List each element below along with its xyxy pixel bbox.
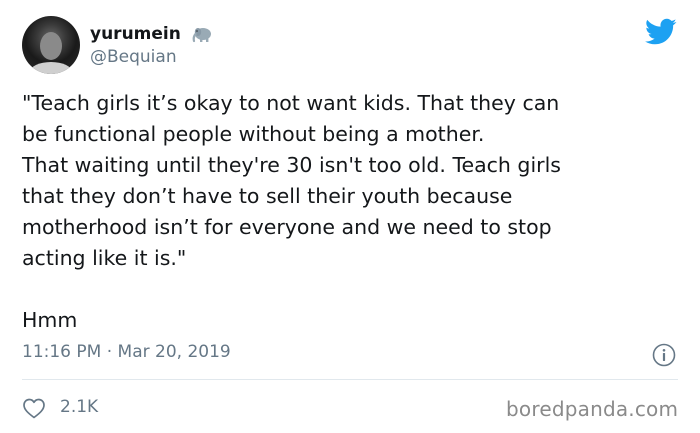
handle[interactable]: @Bequian bbox=[90, 47, 177, 67]
tweet-line: motherhood isn’t for everyone and we nee… bbox=[22, 215, 552, 239]
tweet-line: That waiting until they're 30 isn't too … bbox=[22, 153, 561, 177]
tweet-text: "Teach girls it’s okay to not want kids.… bbox=[22, 88, 678, 336]
heart-icon[interactable] bbox=[22, 397, 46, 419]
avatar[interactable] bbox=[22, 16, 80, 74]
watermark: boredpanda.com bbox=[506, 397, 679, 421]
tweet-line: Hmm bbox=[22, 308, 78, 332]
tweet-timestamp[interactable]: 11:16 PM · Mar 20, 2019 bbox=[22, 342, 231, 362]
twitter-bird-icon[interactable] bbox=[645, 18, 677, 46]
display-name[interactable]: yurumein bbox=[90, 24, 181, 44]
tweet-line: be functional people without being a mot… bbox=[22, 122, 485, 146]
avatar-face bbox=[40, 32, 62, 60]
like-count[interactable]: 2.1K bbox=[60, 397, 98, 417]
divider bbox=[22, 379, 678, 380]
info-icon[interactable] bbox=[652, 343, 676, 367]
tweet-line: that they don’t have to sell their youth… bbox=[22, 184, 513, 208]
elephant-emoji-icon bbox=[192, 28, 211, 43]
tweet-line: "Teach girls it’s okay to not want kids.… bbox=[22, 91, 560, 115]
tweet-card: yurumein @Bequian "Teach girls it’s okay… bbox=[0, 0, 700, 433]
avatar-shirt bbox=[30, 62, 72, 74]
tweet-line: acting like it is." bbox=[22, 246, 187, 270]
